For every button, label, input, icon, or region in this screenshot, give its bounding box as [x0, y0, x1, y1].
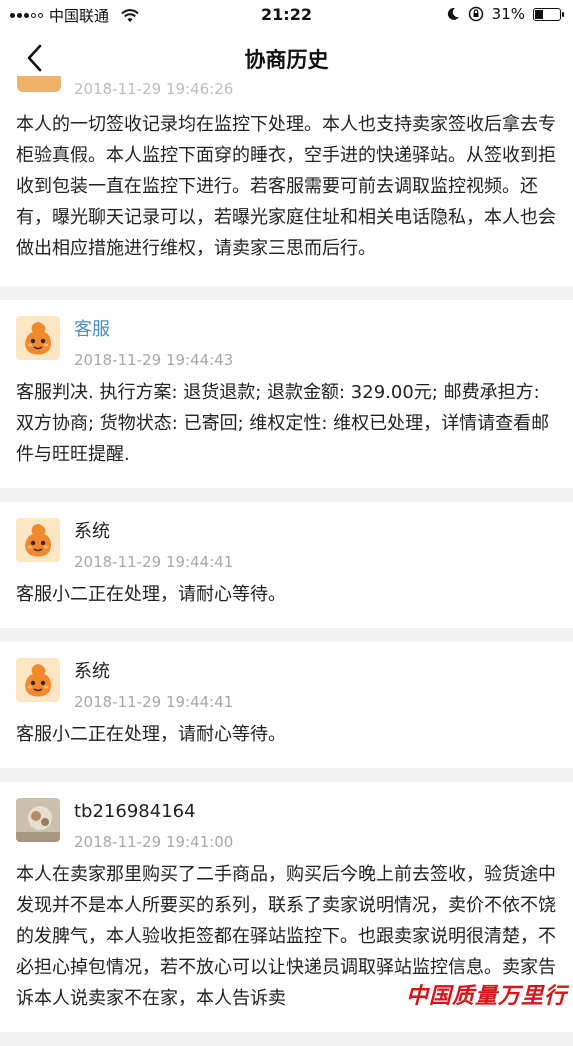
record-text: 客服小二正在处理，请耐心等待。 — [16, 724, 286, 745]
battery-percent: 31% — [491, 5, 525, 23]
rotation-lock-icon — [468, 6, 483, 22]
record-text: 客服判决. 执行方案: 退货退款; 退款金额: 329.00元; 邮费承担方: … — [16, 382, 550, 465]
page-title: 协商历史 — [244, 48, 329, 72]
record-time: 2018-11-29 19:44:41 — [74, 553, 234, 571]
history-record: 2018-11-29 19:46:26 本人的一切签收记录均在监控下处理。本人也… — [0, 76, 573, 286]
watermark-logo: 中国质量万里行 — [405, 983, 567, 1009]
record-text: 本人的一切签收记录均在监控下处理。本人也支持卖家签收后拿去专柜验真假。本人监控下… — [16, 114, 556, 259]
negotiation-history-list: 2018-11-29 19:46:26 本人的一切签收记录均在监控下处理。本人也… — [0, 76, 573, 1046]
battery-icon — [533, 7, 564, 21]
mascot-avatar-icon[interactable] — [16, 316, 60, 360]
status-right: 31% — [446, 5, 564, 23]
nav-bar: 协商历史 — [0, 30, 573, 86]
record-author-link[interactable]: 客服 — [74, 318, 233, 342]
status-bar: 中国联通 21:22 31% — [0, 0, 573, 30]
user-avatar[interactable] — [16, 798, 60, 842]
record-text: 客服小二正在处理，请耐心等待。 — [16, 584, 286, 605]
record-time: 2018-11-29 19:44:43 — [74, 351, 234, 369]
record-author: 系统 — [74, 521, 110, 542]
history-record: 系统 2018-11-29 19:44:41 客服小二正在处理，请耐心等待。 — [0, 502, 573, 628]
history-record: 系统 2018-11-29 19:44:41 客服小二正在处理，请耐心等待。 — [0, 642, 573, 768]
record-time: 2018-11-29 19:41:00 — [74, 833, 234, 851]
mascot-avatar-icon — [16, 518, 60, 562]
record-author: 系统 — [74, 661, 110, 682]
record-author: tb216984164 — [74, 801, 196, 822]
mascot-avatar-icon — [16, 658, 60, 702]
moon-icon — [447, 7, 459, 20]
record-time: 2018-11-29 19:44:41 — [74, 693, 234, 711]
record-time: 2018-11-29 19:46:26 — [74, 80, 234, 98]
avatar — [17, 76, 61, 92]
history-record: 客服 2018-11-29 19:44:43 客服判决. 执行方案: 退货退款;… — [0, 300, 573, 488]
